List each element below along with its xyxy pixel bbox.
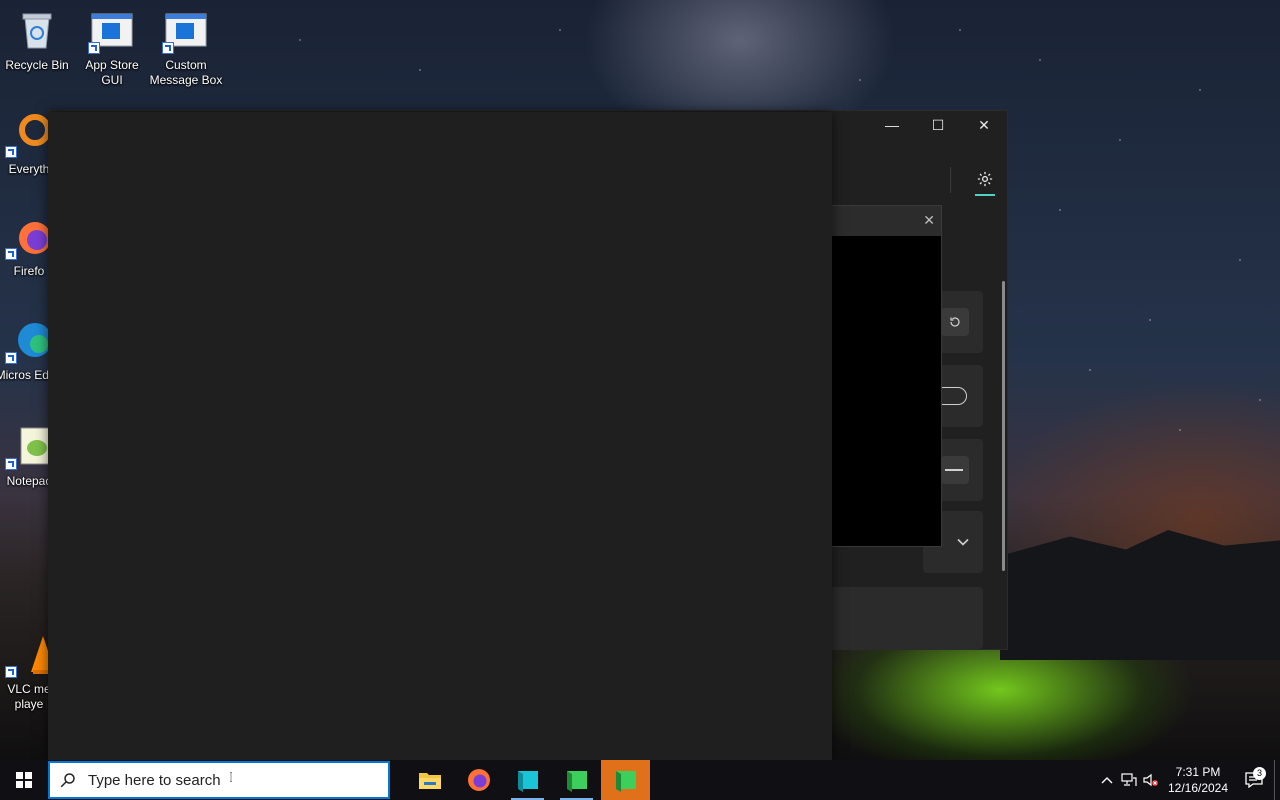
search-icon — [50, 771, 86, 789]
shortcut-arrow-icon — [88, 42, 100, 54]
everything-search-icon — [5, 112, 51, 158]
system-tray: 7:31 PM 12/16/2024 3 — [1096, 760, 1280, 800]
desktop-icon-label: Recycle Bin — [5, 58, 69, 72]
show-hidden-icons-chevron-up-icon[interactable] — [1096, 776, 1118, 784]
shortcut-arrow-icon — [5, 248, 17, 260]
shortcut-arrow-icon — [5, 458, 17, 470]
volume-muted-icon[interactable] — [1140, 773, 1162, 787]
desktop-icon-recycle-bin[interactable]: Recycle Bin — [0, 8, 74, 73]
settings-button[interactable] — [973, 167, 997, 196]
notepad-plus-icon — [5, 424, 51, 470]
blank-overlay-window — [48, 112, 832, 760]
app-window-icon — [88, 8, 134, 54]
gear-icon — [977, 171, 993, 187]
settings-active-indicator — [975, 194, 995, 196]
popup-black-content — [831, 236, 941, 546]
reset-button[interactable] — [941, 308, 969, 336]
network-icon[interactable] — [1118, 773, 1140, 787]
shortcut-arrow-icon — [5, 146, 17, 158]
taskbar-app-green-active[interactable] — [601, 760, 650, 800]
shortcut-arrow-icon — [5, 352, 17, 364]
clock-time: 7:31 PM — [1175, 765, 1221, 779]
search-input[interactable] — [86, 770, 370, 790]
start-button[interactable] — [0, 760, 48, 800]
taskbar-clock[interactable]: 7:31 PM 12/16/2024 — [1162, 764, 1234, 796]
app-green-icon — [566, 771, 587, 792]
popup-panel: ✕ — [830, 205, 942, 547]
chevron-down-icon[interactable] — [813, 587, 983, 605]
show-desktop-button[interactable] — [1274, 760, 1280, 800]
taskbar: 7:31 PM 12/16/2024 3 — [0, 760, 1280, 800]
shortcut-arrow-icon — [162, 42, 174, 54]
window-title-controls: — ☐ ✕ — [869, 111, 1007, 139]
taskbar-firefox[interactable] — [454, 760, 503, 800]
chevron-down-icon[interactable] — [957, 535, 969, 550]
desktop-icon-app-store-gui[interactable]: App Store GUI — [75, 8, 149, 88]
app-teal-icon — [517, 771, 538, 792]
firefox-icon — [467, 769, 490, 791]
vlc-icon — [5, 632, 55, 678]
shortcut-arrow-icon — [5, 666, 17, 678]
file-explorer-icon — [418, 773, 441, 789]
action-center-button[interactable]: 3 — [1234, 767, 1274, 788]
windows-logo-icon — [16, 772, 32, 788]
taskbar-file-explorer[interactable] — [405, 760, 454, 800]
slider-control[interactable] — [941, 456, 969, 484]
wallpaper-mountain — [1000, 530, 1280, 660]
toolbar-divider — [950, 167, 951, 193]
desktop-icon-label: App Store GUI — [85, 58, 139, 87]
minimize-button[interactable]: — — [869, 111, 915, 139]
popup-close-button[interactable]: ✕ — [923, 212, 935, 229]
reset-icon — [950, 317, 960, 327]
desktop-icon-custom-message-box[interactable]: Custom Message Box — [149, 8, 223, 88]
recycle-bin-icon — [15, 8, 59, 52]
firefox-icon — [5, 214, 51, 260]
setting-card-expand — [813, 587, 983, 649]
desktop-icon-label: Custom Message Box — [149, 58, 223, 87]
maximize-button[interactable]: ☐ — [915, 111, 961, 139]
taskbar-app-teal[interactable] — [503, 760, 552, 800]
taskbar-search-box[interactable] — [48, 761, 390, 799]
taskbar-app-green[interactable] — [552, 760, 601, 800]
notification-count-badge: 3 — [1253, 767, 1266, 780]
app-green-active-icon — [615, 771, 636, 792]
close-button[interactable]: ✕ — [961, 111, 1007, 139]
text-cursor-icon — [230, 772, 232, 782]
vertical-scrollbar[interactable] — [1002, 281, 1005, 571]
clock-date: 12/16/2024 — [1167, 781, 1229, 795]
app-window-icon — [162, 8, 208, 54]
edge-icon — [5, 318, 52, 364]
